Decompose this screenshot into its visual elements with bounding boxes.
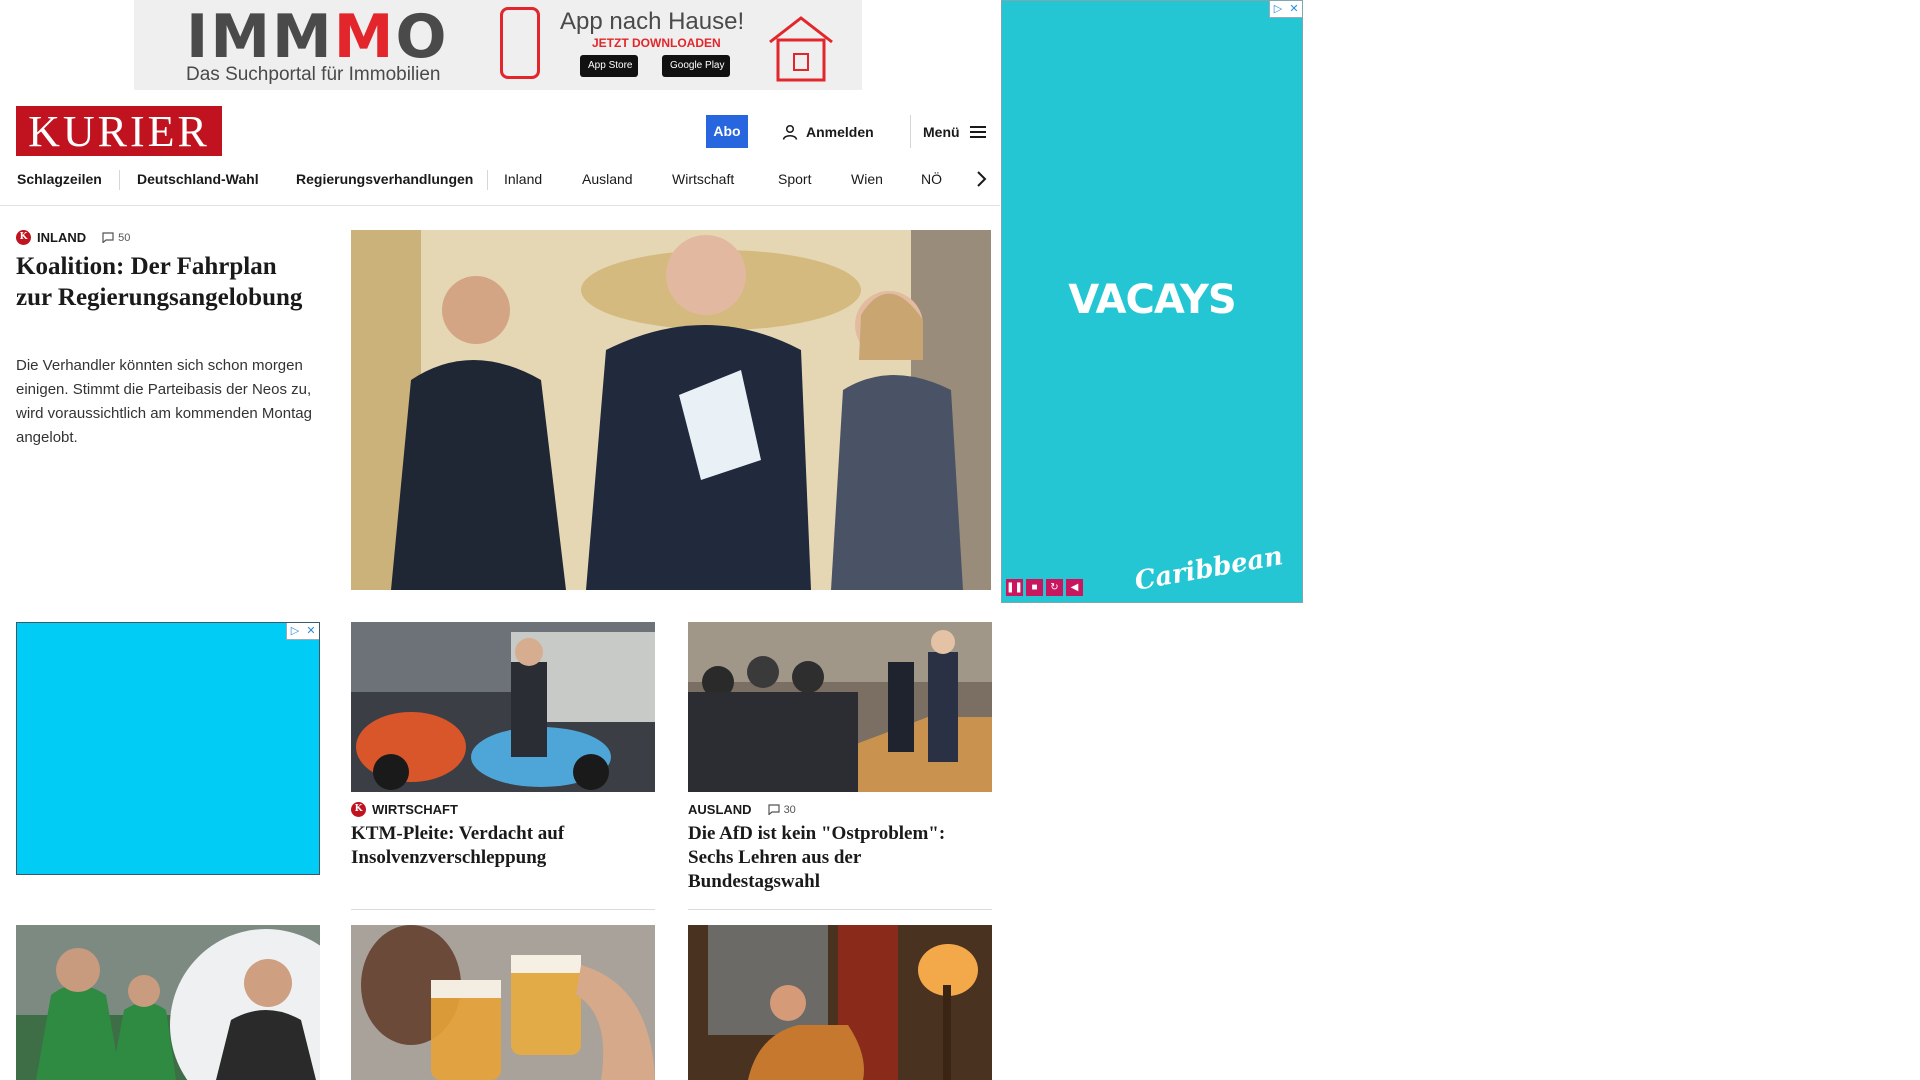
nav-divider bbox=[487, 170, 488, 190]
card-category[interactable]: AUSLAND bbox=[688, 802, 752, 817]
card-image[interactable] bbox=[16, 925, 320, 1080]
subscribe-button[interactable]: Abo bbox=[706, 115, 748, 148]
nav-item-wirtschaft[interactable]: Wirtschaft bbox=[672, 165, 734, 205]
card-kicker: K WIRTSCHAFT bbox=[351, 802, 458, 817]
card-divider bbox=[351, 909, 655, 910]
nav-item-schlagzeilen[interactable]: Schlagzeilen bbox=[17, 165, 102, 205]
comment-icon bbox=[102, 232, 114, 243]
card-comment-count: 30 bbox=[783, 803, 796, 816]
ad-choices[interactable]: ▷ ✕ bbox=[1269, 1, 1302, 18]
lead-category[interactable]: INLAND bbox=[37, 230, 86, 245]
nav-item-noe[interactable]: NÖ bbox=[921, 165, 942, 205]
card-category[interactable]: WIRTSCHAFT bbox=[372, 802, 458, 817]
nav-item-regierungsverhandlungen[interactable]: Regierungsverhandlungen bbox=[296, 165, 473, 205]
video-controls: ❚❚ ■ ↻ ◀ bbox=[1006, 579, 1083, 596]
kurier-plus-badge: K bbox=[351, 802, 366, 817]
ad-choices[interactable]: ▷ ✕ bbox=[286, 623, 319, 640]
lead-comment-count: 50 bbox=[118, 231, 131, 244]
card-image[interactable] bbox=[688, 622, 992, 792]
house-icon bbox=[769, 16, 833, 82]
card-image[interactable] bbox=[351, 622, 655, 792]
user-icon bbox=[782, 124, 798, 140]
chevron-right-icon[interactable] bbox=[970, 167, 994, 191]
card-image[interactable] bbox=[688, 925, 992, 1080]
skyscraper-ad[interactable]: ▷ ✕ VACAYS Caribbean ❚❚ ■ ↻ ◀ bbox=[1001, 0, 1303, 603]
pause-icon[interactable]: ❚❚ bbox=[1006, 579, 1023, 596]
card-photo bbox=[16, 925, 320, 1080]
google-play-badge[interactable]: Google Play bbox=[662, 55, 731, 77]
card-photo bbox=[351, 925, 655, 1080]
app-store-badge[interactable]: App Store bbox=[580, 55, 639, 77]
card-divider bbox=[688, 909, 992, 910]
nav-item-ausland[interactable]: Ausland bbox=[582, 165, 633, 205]
lead-kicker: K INLAND 50 bbox=[16, 230, 130, 245]
lead-teaser[interactable]: Die Verhandler könnten sich schon morgen… bbox=[16, 354, 312, 450]
site-logo[interactable]: KURIER bbox=[16, 106, 222, 156]
replay-icon[interactable]: ↻ bbox=[1046, 579, 1063, 596]
stop-icon[interactable]: ■ bbox=[1026, 579, 1043, 596]
card-headline[interactable]: Die AfD ist kein "Ostproblem": Sechs Leh… bbox=[688, 822, 992, 894]
menu-button[interactable]: Menü bbox=[910, 115, 986, 148]
nav-item-deutschland-wahl[interactable]: Deutschland-Wahl bbox=[137, 165, 259, 205]
phone-icon bbox=[500, 7, 540, 79]
hamburger-icon bbox=[969, 125, 986, 138]
login-button[interactable]: Anmelden bbox=[782, 115, 874, 148]
lead-comments[interactable]: 50 bbox=[102, 232, 130, 244]
ad-headline: App nach Hause! bbox=[560, 8, 745, 35]
card-kicker: AUSLAND 30 bbox=[688, 802, 796, 817]
category-nav: Schlagzeilen Deutschland-Wahl Regierungs… bbox=[0, 165, 1000, 206]
immmo-subtitle: Das Suchportal für Immobilien bbox=[186, 64, 441, 85]
nav-item-wien[interactable]: Wien bbox=[851, 165, 883, 205]
card-photo bbox=[351, 622, 655, 792]
immmo-logo: IMMMO bbox=[186, 2, 449, 72]
close-icon[interactable]: ✕ bbox=[303, 623, 319, 639]
card-photo bbox=[688, 925, 992, 1080]
adchoices-icon[interactable]: ▷ bbox=[287, 623, 303, 639]
grid-ad[interactable]: ▷ ✕ bbox=[16, 622, 320, 875]
ad-headline: VACAYS bbox=[1068, 277, 1236, 323]
adchoices-icon[interactable]: ▷ bbox=[1270, 1, 1286, 17]
top-banner-ad[interactable]: IMMMO Das Suchportal für Immobilien App … bbox=[134, 0, 862, 90]
nav-item-sport[interactable]: Sport bbox=[778, 165, 811, 205]
lead-headline[interactable]: Koalition: Der Fahrplan zur Regierungsan… bbox=[16, 251, 306, 313]
mute-icon[interactable]: ◀ bbox=[1066, 579, 1083, 596]
lead-photo bbox=[351, 230, 991, 590]
nav-divider bbox=[119, 170, 120, 190]
close-icon[interactable]: ✕ bbox=[1286, 1, 1302, 17]
lead-image[interactable] bbox=[351, 230, 991, 590]
card-image[interactable] bbox=[351, 925, 655, 1080]
ad-brand-logo: Caribbean bbox=[1132, 541, 1286, 597]
nav-item-inland[interactable]: Inland bbox=[504, 165, 542, 205]
kurier-plus-badge: K bbox=[16, 230, 31, 245]
ad-cta: JETZT DOWNLOADEN bbox=[592, 36, 721, 50]
card-headline[interactable]: KTM-Pleite: Verdacht auf Insolvenzversch… bbox=[351, 822, 655, 870]
comment-icon bbox=[767, 804, 780, 815]
login-label: Anmelden bbox=[806, 123, 874, 140]
menu-label: Menü bbox=[923, 123, 960, 140]
card-comments[interactable]: 30 bbox=[767, 803, 796, 816]
card-photo bbox=[688, 622, 992, 792]
